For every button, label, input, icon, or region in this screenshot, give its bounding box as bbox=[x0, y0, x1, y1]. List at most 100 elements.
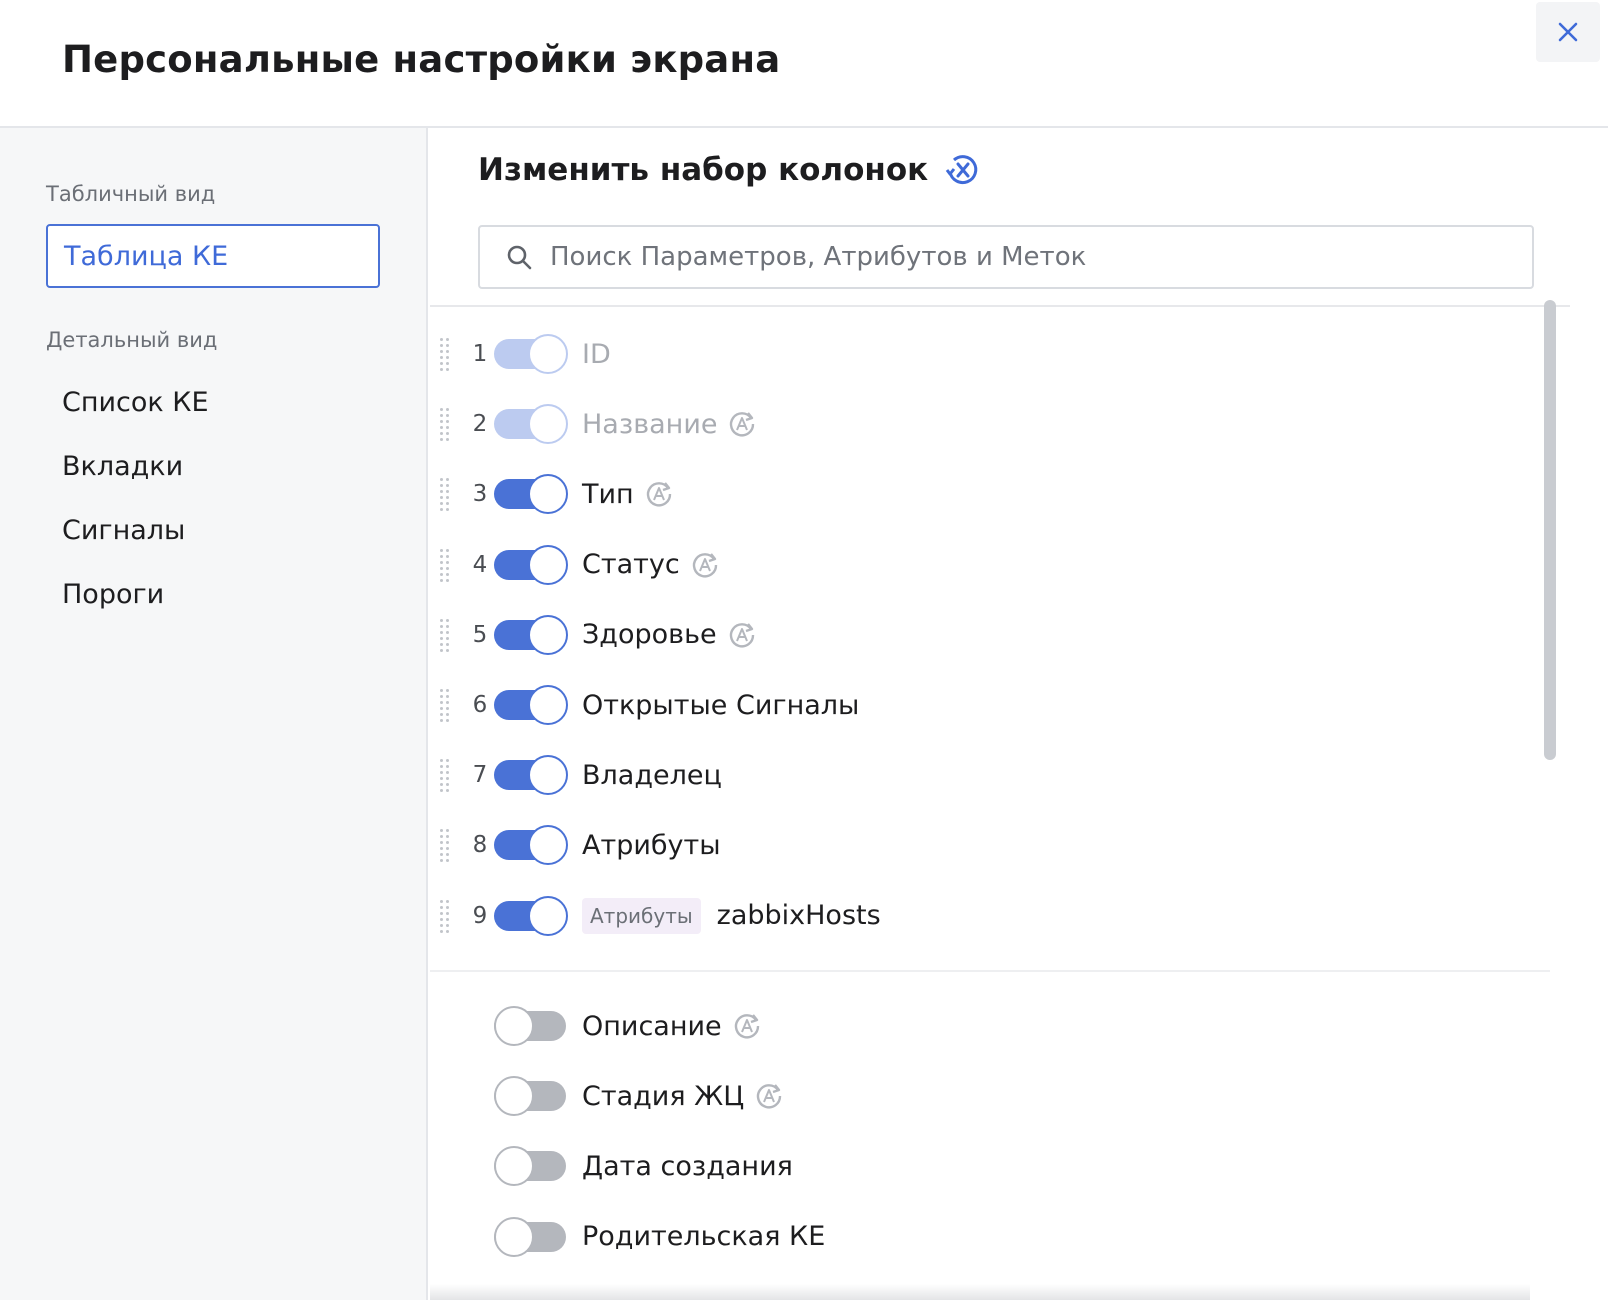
column-toggle[interactable] bbox=[494, 614, 568, 655]
column-toggle[interactable] bbox=[494, 755, 568, 796]
column-label: Описание bbox=[582, 1011, 762, 1042]
column-label-text: Дата создания bbox=[582, 1150, 793, 1182]
drag-handle-icon[interactable] bbox=[440, 687, 454, 723]
column-label-text: Родительская КЕ bbox=[582, 1221, 826, 1253]
column-row[interactable]: 7 Владелец bbox=[430, 739, 1530, 811]
column-label: Здоровье bbox=[582, 619, 757, 650]
search-field[interactable] bbox=[478, 225, 1534, 289]
column-label: Родительская КЕ bbox=[582, 1221, 825, 1252]
column-toggle[interactable] bbox=[494, 825, 568, 866]
column-label-text: Статус bbox=[582, 549, 680, 581]
scrollbar[interactable] bbox=[1542, 300, 1558, 1300]
column-label: Название bbox=[582, 409, 757, 440]
section-label-table-view: Табличный вид bbox=[46, 182, 216, 206]
sidebar-item-signals[interactable]: Сигналы bbox=[46, 498, 380, 562]
column-label-text: Владелец bbox=[582, 759, 722, 791]
close-button[interactable] bbox=[1536, 2, 1600, 62]
column-row[interactable]: 9 Атрибуты zabbixHosts bbox=[430, 880, 1530, 952]
column-number: 7 bbox=[472, 762, 488, 789]
section-label-detail-view: Детальный вид bbox=[46, 328, 218, 352]
auto-attribute-icon bbox=[727, 620, 757, 650]
modal-header: Персональные настройки экрана bbox=[0, 0, 1608, 128]
column-toggle[interactable] bbox=[494, 474, 568, 515]
column-number: 3 bbox=[472, 481, 488, 508]
column-toggle bbox=[494, 334, 568, 374]
drag-handle-icon[interactable] bbox=[440, 827, 454, 863]
drag-handle-icon[interactable] bbox=[440, 898, 454, 934]
bottom-fade bbox=[430, 1284, 1530, 1300]
column-label: Дата создания bbox=[582, 1151, 793, 1182]
column-toggle[interactable] bbox=[494, 895, 568, 936]
column-toggle[interactable] bbox=[494, 1216, 568, 1257]
group-divider bbox=[430, 970, 1550, 972]
auto-attribute-icon bbox=[732, 1011, 762, 1041]
column-label: Статус bbox=[582, 549, 720, 580]
sidebar-item-thresholds[interactable]: Пороги bbox=[46, 562, 380, 626]
column-row[interactable]: Родительская КЕ bbox=[430, 1201, 1530, 1273]
column-label-text: Открытые Сигналы bbox=[582, 689, 860, 721]
drag-handle-icon[interactable] bbox=[440, 406, 454, 442]
close-icon bbox=[1558, 22, 1578, 42]
reset-columns-icon[interactable] bbox=[942, 150, 982, 190]
column-toggle[interactable] bbox=[494, 544, 568, 585]
column-label: Стадия ЖЦ bbox=[582, 1081, 784, 1112]
column-row[interactable]: 3 Тип bbox=[430, 458, 1530, 530]
column-label: Тип bbox=[582, 479, 674, 510]
column-number: 6 bbox=[472, 692, 488, 718]
column-label-text: zabbixHosts bbox=[716, 900, 881, 932]
column-row[interactable]: Описание bbox=[430, 990, 1530, 1062]
column-label: Владелец bbox=[582, 760, 722, 791]
search-icon bbox=[507, 245, 532, 270]
auto-attribute-icon bbox=[727, 409, 757, 439]
scrollbar-thumb[interactable] bbox=[1544, 300, 1556, 760]
column-toggle bbox=[494, 404, 568, 445]
search-input[interactable] bbox=[550, 242, 1450, 272]
column-number: 9 bbox=[472, 902, 488, 929]
auto-attribute-icon bbox=[644, 479, 674, 509]
column-toggle[interactable] bbox=[494, 685, 568, 725]
column-label: ID bbox=[582, 339, 611, 370]
sidebar-item-tabs[interactable]: Вкладки bbox=[46, 434, 380, 498]
column-row[interactable]: Стадия ЖЦ bbox=[430, 1060, 1530, 1132]
page-title: Персональные настройки экрана bbox=[62, 38, 781, 81]
column-row[interactable]: 6 Открытые Сигналы bbox=[430, 669, 1530, 741]
columns-panel: Изменить набор колонок 1 ID 2 Название 3 Тип 4… bbox=[430, 128, 1608, 1300]
column-number: 8 bbox=[472, 832, 488, 859]
column-label-text: Описание bbox=[582, 1010, 722, 1042]
column-number: 4 bbox=[472, 551, 488, 578]
column-label: Открытые Сигналы bbox=[582, 690, 859, 721]
drag-handle-icon[interactable] bbox=[440, 617, 454, 653]
attribute-badge: Атрибуты bbox=[582, 897, 701, 934]
drag-handle-icon[interactable] bbox=[440, 336, 454, 372]
column-row[interactable]: Дата создания bbox=[430, 1130, 1530, 1202]
column-label-text: Атрибуты bbox=[582, 829, 721, 861]
auto-attribute-icon bbox=[754, 1081, 784, 1111]
column-toggle[interactable] bbox=[494, 1146, 568, 1187]
column-row[interactable]: 5 Здоровье bbox=[430, 599, 1530, 671]
column-number: 2 bbox=[472, 411, 488, 438]
column-label: Атрибуты bbox=[582, 830, 721, 861]
column-label-text: Название bbox=[582, 408, 718, 440]
drag-handle-icon[interactable] bbox=[440, 757, 454, 793]
column-toggle[interactable] bbox=[494, 1006, 568, 1046]
column-label-text: Стадия ЖЦ bbox=[582, 1080, 745, 1112]
drag-handle-icon[interactable] bbox=[440, 547, 454, 583]
column-row[interactable]: 1 ID bbox=[430, 318, 1530, 390]
column-row[interactable]: 4 Статус bbox=[430, 529, 1530, 601]
sidebar-item-ke-list[interactable]: Список КЕ bbox=[46, 370, 380, 434]
drag-handle-icon[interactable] bbox=[440, 476, 454, 512]
auto-attribute-icon bbox=[690, 550, 720, 580]
search-divider bbox=[430, 305, 1570, 307]
column-row[interactable]: 2 Название bbox=[430, 388, 1530, 460]
columns-title: Изменить набор колонок bbox=[478, 150, 982, 190]
column-number: 5 bbox=[472, 621, 488, 648]
column-label: Атрибуты zabbixHosts bbox=[582, 897, 881, 934]
settings-sidebar: Табличный вид Таблица КЕ Детальный вид С… bbox=[0, 128, 428, 1300]
columns-title-text: Изменить набор колонок bbox=[478, 152, 929, 188]
sidebar-item-ke-table[interactable]: Таблица КЕ bbox=[46, 224, 380, 288]
column-number: 1 bbox=[472, 341, 488, 367]
column-label-text: Тип bbox=[582, 478, 634, 510]
column-label-text: ID bbox=[582, 338, 611, 370]
column-row[interactable]: 8 Атрибуты bbox=[430, 809, 1530, 881]
column-toggle[interactable] bbox=[494, 1076, 568, 1117]
